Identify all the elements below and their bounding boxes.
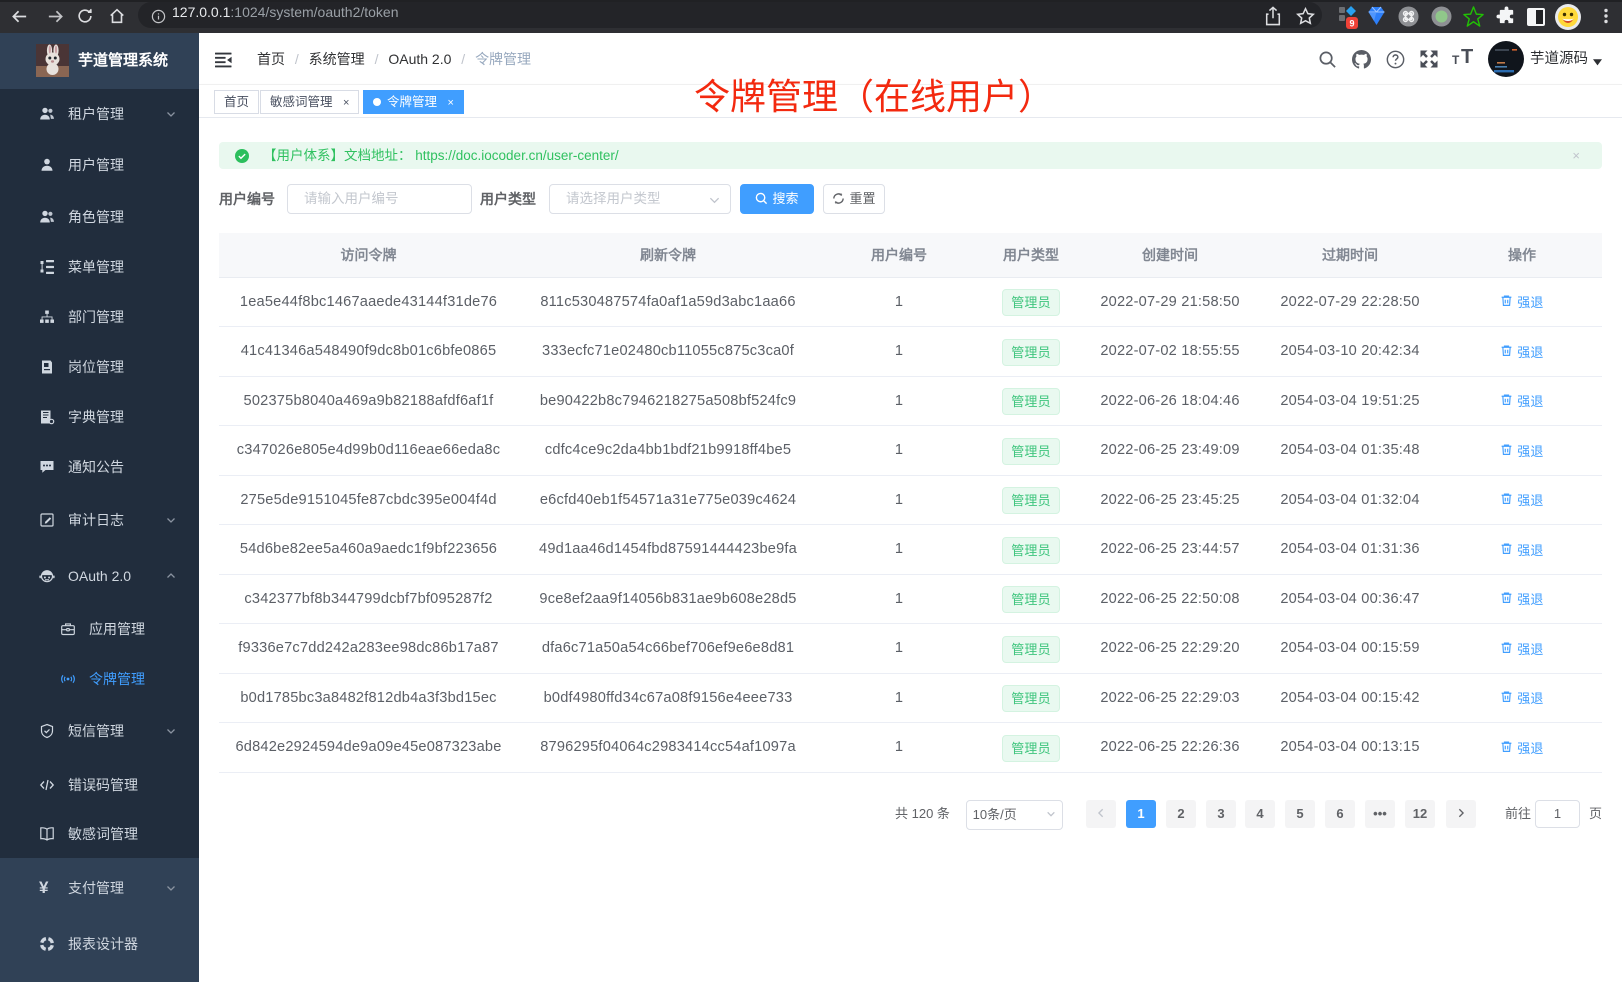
- svg-text:9: 9: [1349, 19, 1354, 29]
